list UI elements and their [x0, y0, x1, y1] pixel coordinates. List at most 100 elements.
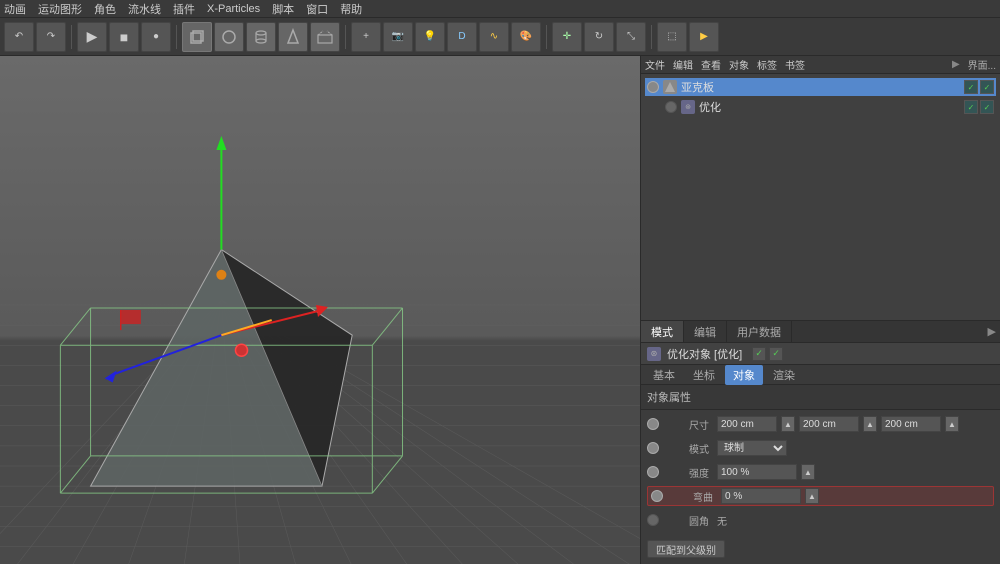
toolbar-sep-4	[546, 25, 547, 49]
tool-camera[interactable]: 📷	[383, 22, 413, 52]
attr-panel: 模式 编辑 用户数据 ▶ ⊛ 优化对象 [优化] ✓ ✓ 基本 坐标 对	[641, 321, 1000, 564]
scene-tab-bookmark[interactable]: 书签	[785, 57, 805, 72]
scene-item-opt-check[interactable]	[665, 101, 677, 113]
toolbar-sep-5	[651, 25, 652, 49]
attr-strength-input[interactable]	[717, 464, 797, 480]
menu-window[interactable]: 窗口	[306, 1, 328, 17]
attr-mode-check[interactable]	[647, 442, 659, 454]
attr-round-label: 圆角	[663, 513, 713, 528]
menu-plugins[interactable]: 插件	[173, 1, 195, 17]
tool-render[interactable]: ▶	[689, 22, 719, 52]
tool-texture[interactable]: 🎨	[511, 22, 541, 52]
tool-stop[interactable]: ■	[109, 22, 139, 52]
tool-undo[interactable]: ↶	[4, 22, 34, 52]
main-area: ⊞ ⊕ ◈	[0, 56, 1000, 564]
attr-tab-edit[interactable]: 编辑	[684, 321, 727, 342]
tool-cylinder[interactable]	[246, 22, 276, 52]
attr-bend-stepper[interactable]: ▲	[805, 488, 819, 504]
menu-help[interactable]: 帮助	[340, 1, 362, 17]
attr-check-visible[interactable]: ✓	[752, 347, 766, 361]
attr-tabs: 模式 编辑 用户数据 ▶	[641, 321, 1000, 343]
attr-subtab-coord[interactable]: 坐标	[685, 365, 723, 385]
scene-item-optimize[interactable]: ⊛ 优化 ✓ ✓	[645, 98, 996, 116]
scene-tab-file[interactable]: 文件	[645, 57, 665, 72]
tool-play[interactable]: ▶	[77, 22, 107, 52]
attr-round-check[interactable]	[647, 514, 659, 526]
tool-move[interactable]: ✛	[552, 22, 582, 52]
toolbar-sep-1	[71, 25, 72, 49]
attr-bend-label: 弯曲	[667, 489, 717, 504]
tool-deformer[interactable]: D	[447, 22, 477, 52]
attr-tab-mode[interactable]: 模式	[641, 321, 684, 342]
scene-item-check-2[interactable]: ✓	[980, 80, 994, 94]
menu-animation[interactable]: 动画	[4, 1, 26, 17]
attr-check-render[interactable]: ✓	[769, 347, 783, 361]
panel-title-right: 界面...	[968, 57, 996, 72]
attr-row-mode: 模式 球制 线性	[647, 438, 994, 458]
attr-size-x[interactable]	[717, 416, 777, 432]
menu-pipeline[interactable]: 流水线	[128, 1, 161, 17]
attr-tab-userdata[interactable]: 用户数据	[727, 321, 792, 342]
menu-xparticles[interactable]: X-Particles	[207, 3, 260, 15]
scene-tab-edit[interactable]: 编辑	[673, 57, 693, 72]
attr-bend-input[interactable]	[721, 488, 801, 504]
viewport-svg	[0, 56, 640, 564]
toolbar-sep-2	[176, 25, 177, 49]
attr-bottom-actions: 匹配到父级别	[641, 534, 1000, 564]
tool-rotate[interactable]: ↻	[584, 22, 614, 52]
attr-bend-check[interactable]	[651, 490, 663, 502]
attr-size-check[interactable]	[647, 418, 659, 430]
menu-character[interactable]: 角色	[94, 1, 116, 17]
viewport-3d[interactable]: ⊞ ⊕ ◈	[0, 56, 640, 564]
attr-section-title: 对象属性	[641, 385, 1000, 410]
scene-tab-tag[interactable]: 标签	[757, 57, 777, 72]
tool-sphere[interactable]	[214, 22, 244, 52]
scene-tab-view[interactable]: 查看	[701, 57, 721, 72]
attr-strength-stepper[interactable]: ▲	[801, 464, 815, 480]
tool-record[interactable]: ●	[141, 22, 171, 52]
scene-item-main[interactable]: 亚克板 ✓ ✓	[645, 78, 996, 96]
scene-content: 亚克板 ✓ ✓ ⊛ 优化 ✓ ✓	[641, 74, 1000, 320]
tool-scale[interactable]: ⤡	[616, 22, 646, 52]
attr-size-z[interactable]	[881, 416, 941, 432]
scene-item-icon-pyramid	[663, 80, 677, 94]
panel-collapse-icon[interactable]: ▶	[952, 59, 960, 70]
attr-header-checks: ✓ ✓	[752, 347, 783, 361]
menu-script[interactable]: 脚本	[272, 1, 294, 17]
scene-item-check-1[interactable]: ✓	[964, 80, 978, 94]
attr-size-label: 尺寸	[663, 417, 713, 432]
tool-light[interactable]: 💡	[415, 22, 445, 52]
attr-subtab-object[interactable]: 对象	[725, 365, 763, 385]
attr-mode-dropdown[interactable]: 球制 线性	[717, 440, 787, 456]
attr-subtab-basic[interactable]: 基本	[645, 365, 683, 385]
attr-size-y-stepper[interactable]: ▲	[863, 416, 877, 432]
tool-plane[interactable]	[310, 22, 340, 52]
scene-item-check[interactable]	[647, 81, 659, 93]
attr-size-z-stepper[interactable]: ▲	[945, 416, 959, 432]
attr-size-x-stepper[interactable]: ▲	[781, 416, 795, 432]
attr-content: 尺寸 ▲ ▲ ▲ 模式 球制 线性	[641, 410, 1000, 534]
tool-spline[interactable]: ∿	[479, 22, 509, 52]
scene-item-icon-optimize: ⊛	[681, 100, 695, 114]
tool-render-region[interactable]: ⬚	[657, 22, 687, 52]
attr-match-parent-btn[interactable]: 匹配到父级别	[647, 540, 725, 558]
tool-redo[interactable]: ↷	[36, 22, 66, 52]
toolbar-sep-3	[345, 25, 346, 49]
tool-null[interactable]: +	[351, 22, 381, 52]
attr-row-size: 尺寸 ▲ ▲ ▲	[647, 414, 994, 434]
attr-size-y[interactable]	[799, 416, 859, 432]
menu-bar: 动画 运动图形 角色 流水线 插件 X-Particles 脚本 窗口 帮助	[0, 0, 1000, 18]
attr-panel-arrow[interactable]: ▶	[988, 325, 1000, 338]
scene-item-checks: ✓ ✓	[964, 80, 994, 94]
attr-strength-check[interactable]	[647, 466, 659, 478]
attr-row-bend: 弯曲 ▲	[647, 486, 994, 506]
scene-tab-object[interactable]: 对象	[729, 57, 749, 72]
attr-mode-label: 模式	[663, 441, 713, 456]
attr-subtab-render[interactable]: 渲染	[765, 365, 803, 385]
scene-item-opt-check-2[interactable]: ✓	[980, 100, 994, 114]
scene-item-opt-check-1[interactable]: ✓	[964, 100, 978, 114]
attr-row-strength: 强度 ▲	[647, 462, 994, 482]
tool-cone[interactable]	[278, 22, 308, 52]
tool-cube[interactable]	[182, 22, 212, 52]
menu-motion-graphics[interactable]: 运动图形	[38, 1, 82, 17]
